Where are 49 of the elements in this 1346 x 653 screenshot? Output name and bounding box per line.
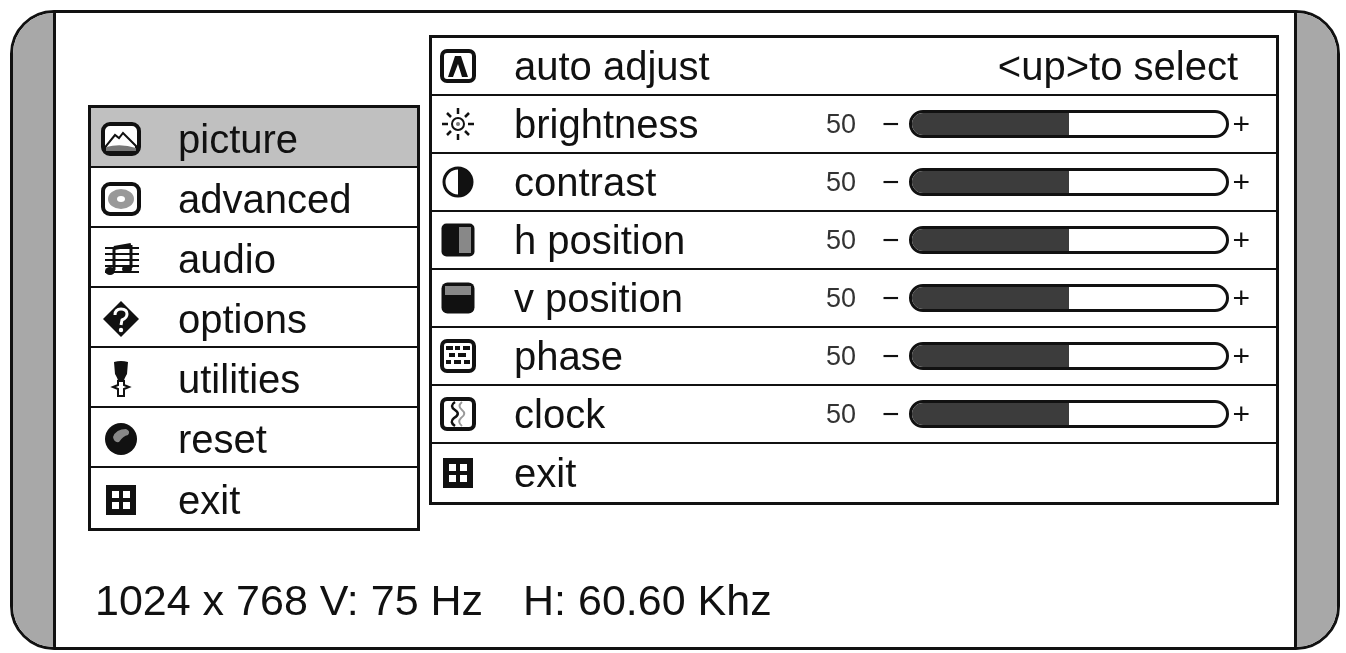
minus-sign: −: [881, 109, 900, 139]
setting-label[interactable]: v position: [514, 278, 826, 318]
grid-icon: [106, 485, 136, 515]
screen-box-icon: [440, 281, 476, 315]
minus-sign: −: [881, 225, 900, 255]
plus-sign: +: [1232, 399, 1250, 429]
slider-track[interactable]: [909, 110, 1230, 138]
plus-sign: +: [1232, 167, 1250, 197]
minus-sign: −: [881, 283, 900, 313]
setting-value: 50: [825, 342, 856, 370]
setting-value: 50: [825, 400, 856, 428]
plus-sign: +: [1232, 283, 1250, 313]
framed-peak-icon: [440, 49, 476, 83]
slider-track[interactable]: [909, 400, 1230, 428]
hint-text: <up>to select: [997, 46, 1238, 86]
brick-pattern-icon: [440, 339, 476, 373]
setting-label[interactable]: exit: [514, 453, 1250, 493]
slider-track[interactable]: [909, 168, 1230, 196]
plus-sign: +: [1232, 109, 1250, 139]
setting-label[interactable]: contrast: [514, 162, 826, 202]
contrast-icon: [442, 166, 474, 198]
split-box-icon: [440, 222, 476, 258]
setting-label[interactable]: phase: [514, 336, 826, 376]
slider-track[interactable]: [909, 342, 1230, 370]
pin-icon: [109, 360, 133, 398]
slider-track[interactable]: [909, 284, 1230, 312]
menu-item[interactable]: picture: [91, 108, 417, 168]
minus-sign: −: [881, 399, 900, 429]
setting-label[interactable]: h position: [514, 220, 826, 260]
setting-value: 50: [825, 168, 856, 196]
sun-icon: [440, 106, 476, 142]
landscape-icon: [101, 122, 141, 156]
setting-value: 50: [825, 226, 856, 254]
setting-label[interactable]: auto adjust: [514, 46, 998, 86]
setting-value: 50: [825, 110, 856, 138]
setting-label[interactable]: clock: [514, 394, 826, 434]
plus-sign: +: [1232, 225, 1250, 255]
setting-label[interactable]: brightness: [514, 104, 826, 144]
grid-icon: [443, 458, 473, 488]
plus-sign: +: [1232, 341, 1250, 371]
minus-sign: −: [881, 167, 900, 197]
ball-icon: [104, 422, 138, 456]
question-diamond-icon: [102, 300, 140, 338]
slider-track[interactable]: [909, 226, 1230, 254]
setting-value: 50: [825, 284, 856, 312]
frequency-text: H: 60.60 Khz: [523, 579, 772, 622]
wave-icon: [440, 397, 476, 431]
resolution-text: 1024 x 768 V: 75 Hz: [95, 579, 484, 622]
minus-sign: −: [881, 341, 900, 371]
